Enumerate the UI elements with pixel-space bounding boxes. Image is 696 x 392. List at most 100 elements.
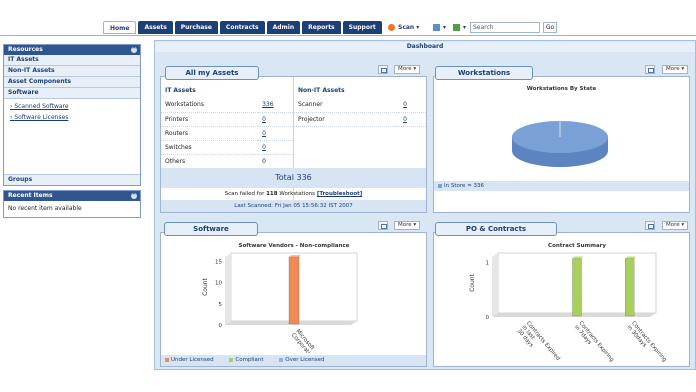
y-axis-label: Count [469,273,476,291]
legend-swatch [438,183,442,188]
asset-count-link[interactable]: 0 [262,144,266,151]
table-row: Switches 0 [161,140,293,155]
asset-count-link[interactable]: 0 [262,130,266,137]
go-button[interactable]: Go [543,22,557,33]
collapse-icon[interactable]: ^ [131,47,137,53]
y-tick-label: 1 [486,260,490,266]
maximize-icon[interactable] [378,221,388,230]
maximize-icon[interactable] [645,65,655,74]
maximize-icon[interactable] [645,221,655,230]
tab-assets[interactable]: Assets [138,21,173,34]
search-input[interactable]: Search [470,22,540,33]
scan-failed-mid: Workstations [279,191,316,197]
po-contracts-card: Contract Summary 0 1 Count Contracts Expired… [433,232,690,367]
legend-in-store: In Store = 336 [444,183,484,189]
asset-count: 0 [262,157,266,165]
sidebar-link-software-licenses[interactable]: › Software Licenses [4,112,140,123]
tab-purchase[interactable]: Purchase [174,21,218,34]
dashboard-title: Dashboard [155,42,695,52]
resources-title: Resources [8,46,43,53]
main-nav-tabs: Home Assets Purchase Contracts Admin Rep… [103,21,382,34]
recent-items-header: Recent Items ^ [4,191,140,201]
software-vendors-chart: Software Vendors - Non-compliance 0 5 10 15 C… [202,243,358,353]
sidebar-item-asset-components[interactable]: Asset Components [4,77,140,88]
legend-swatch [165,357,169,362]
more-dropdown[interactable]: More ▾ [394,221,421,230]
asset-count-link[interactable]: 0 [403,101,407,108]
x-tick-label: MicrosoftCorporation [290,328,320,353]
non-it-assets-header: Non-IT Assets [298,87,345,94]
scanned-software-link[interactable]: Scanned Software [14,103,68,110]
x-tick-label-line: Contracts Expiring [577,320,614,363]
asset-count-link[interactable]: 0 [403,116,407,123]
chevron-down-icon: ▾ [463,24,467,31]
bar [572,258,582,317]
more-label: More [398,66,412,72]
bar-top [289,255,301,258]
asset-label: Printers [161,112,259,127]
x-tick-label: Contracts Expiredin last30 days [516,320,561,366]
legend-swatch [279,357,284,362]
scan-menu[interactable]: Scan ▾ [387,22,419,33]
quick-actions-icon [433,24,440,31]
more-dropdown[interactable]: More ▾ [662,65,689,74]
software-legend: Under Licensed Compliant Over Licensed [161,355,426,366]
table-row: Workstations 336 [161,98,293,113]
y-tick-label: 0 [219,323,223,329]
sidebar-item-software[interactable]: Software [4,88,140,99]
all-assets-card: IT Assets Workstations 336 Printers 0 Rout… [160,76,427,213]
search-type-icon [453,24,460,31]
chart-title: Contract Summary [548,243,606,249]
sidebar-link-scanned-software[interactable]: › Scanned Software [4,101,140,112]
last-scanned: Last Scanned: Fri Jan 05 15:56:32 IST 20… [161,200,426,212]
y-tick-label: 10 [215,281,222,287]
it-assets-header: IT Assets [165,87,196,94]
asset-count-link[interactable]: 336 [262,101,273,108]
x-tick-label: Contracts Expiringin 30days [626,320,668,366]
scan-label: Scan [398,24,415,31]
x-tick-label: Contracts Expiringin 7days [573,320,615,366]
scan-failed-prefix: Scan failed for [224,191,265,197]
y-tick-label: 0 [486,315,490,321]
maximize-icon[interactable] [378,65,388,74]
sidebar-item-groups[interactable]: Groups [4,174,140,185]
software-title: Software [164,222,258,236]
collapse-icon[interactable]: ^ [131,193,137,199]
software-licenses-link[interactable]: Software Licenses [14,114,68,121]
tab-home[interactable]: Home [103,21,137,34]
non-it-assets-table: Scanner 0 Projector 0 [294,98,426,127]
resources-panel: Resources ^ IT Assets Non-IT Assets Asse… [3,44,141,186]
chevron-down-icon: ▾ [416,24,420,31]
sidebar-item-it-assets[interactable]: IT Assets [4,55,140,66]
asset-label: Routers [161,126,259,141]
tab-contracts[interactable]: Contracts [219,21,265,34]
tab-admin[interactable]: Admin [266,21,301,34]
header-divider [0,35,696,36]
workstations-title: Workstations [435,66,533,80]
quick-actions-menu[interactable]: ▾ [432,22,446,33]
search-type-select[interactable]: ▾ [452,22,466,33]
chevron-down-icon: ▾ [443,24,447,31]
asset-label: Switches [161,140,259,155]
tab-reports[interactable]: Reports [302,21,341,34]
tab-support[interactable]: Support [342,21,382,34]
table-row: Routers 0 [161,126,293,141]
x-tick-label-line: Contracts Expiring [630,320,667,363]
scan-icon [388,24,395,31]
plot-side-wall [225,253,231,325]
troubleshoot-link[interactable]: [Troubleshoot] [317,191,363,197]
recent-items-panel: Recent Items ^ No recent item available [3,190,141,218]
contract-summary-chart: Contract Summary 0 1 Count Contracts Expired… [469,243,668,366]
legend-item-under-licensed: Under Licensed [165,357,214,363]
sidebar-item-non-it-assets[interactable]: Non-IT Assets [4,66,140,77]
legend-item-compliant: Compliant [229,357,264,363]
asset-count-link[interactable]: 0 [262,116,266,123]
asset-label: Scanner [294,98,400,113]
recent-items-empty: No recent item available [8,205,82,212]
plot-side-wall [492,253,498,317]
table-row: Scanner 0 [294,98,426,113]
asset-label: Workstations [161,98,259,113]
more-dropdown[interactable]: More ▾ [394,65,421,74]
more-dropdown[interactable]: More ▾ [662,221,689,230]
legend-label: Compliant [235,357,264,363]
